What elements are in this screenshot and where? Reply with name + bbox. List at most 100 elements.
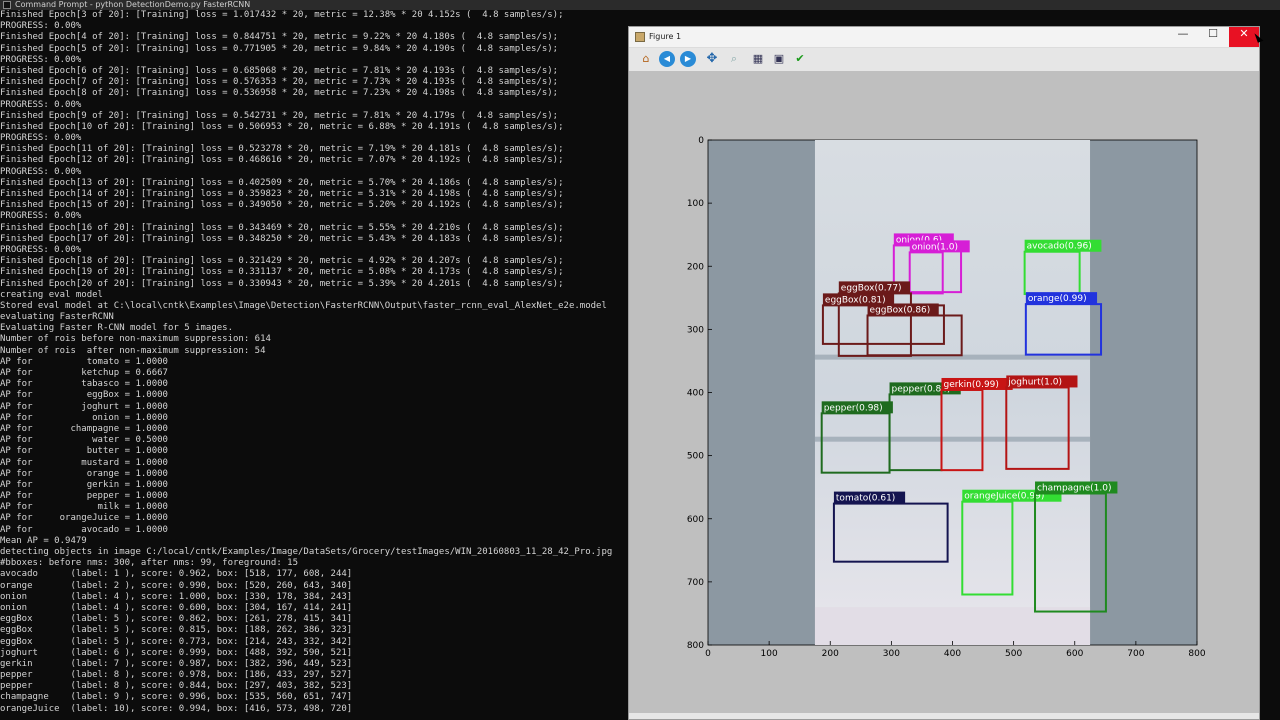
image-floor xyxy=(814,607,1091,645)
terminal-line: Finished Epoch[5 of 20]: [Training] loss… xyxy=(0,43,559,54)
terminal-line: AP for avocado = 1.0000 xyxy=(0,524,168,535)
y-tick-label: 600 xyxy=(687,515,704,525)
edit-icon[interactable]: ✔ xyxy=(792,51,808,67)
terminal-line: orangeJuice (label: 10), score: 0.994, b… xyxy=(0,703,353,714)
terminal-line: Finished Epoch[19 of 20]: [Training] los… xyxy=(0,267,564,278)
detection-label: orangeJuice(0.99) xyxy=(964,492,1044,502)
terminal-line: pepper (label: 8 ), score: 0.844, box: [… xyxy=(0,681,353,692)
terminal-line: onion (label: 4 ), score: 0.600, box: [3… xyxy=(0,602,353,613)
terminal-line: eggBox (label: 5 ), score: 0.862, box: [… xyxy=(0,614,353,625)
terminal-line: Finished Epoch[6 of 20]: [Training] loss… xyxy=(0,65,559,76)
terminal-line: AP for pepper = 1.0000 xyxy=(0,491,168,502)
terminal-line: Number of rois before non-maximum suppre… xyxy=(0,334,271,345)
plot-svg: 0 100 200 300 400 500 600 700 800010020030040050… xyxy=(687,136,1206,659)
plot-canvas[interactable]: 0 100 200 300 400 500 600 700 800 0 100 200 300 400 50… xyxy=(629,71,1259,713)
terminal-line: avocado (label: 1 ), score: 0.962, box: … xyxy=(0,569,353,580)
terminal-line: Finished Epoch[10 of 20]: [Training] los… xyxy=(0,121,564,132)
terminal-line: AP for orangeJuice = 1.0000 xyxy=(0,513,168,524)
terminal-line: AP for onion = 1.0000 xyxy=(0,412,168,423)
back-icon[interactable]: ◀ xyxy=(659,51,675,67)
terminal-line: PROGRESS: 0.00% xyxy=(0,133,82,144)
minimize-button[interactable]: — xyxy=(1168,27,1198,47)
x-tick-label: 700 xyxy=(1127,649,1144,659)
home-icon[interactable]: ⌂ xyxy=(638,51,654,67)
terminal-line: champagne (label: 9 ), score: 0.996, box… xyxy=(0,692,353,703)
shelf xyxy=(814,436,1091,442)
terminal-line: evaluating FasterRCNN xyxy=(0,312,114,323)
x-tick-label: 100 xyxy=(761,649,778,659)
detection-label: gerkin(0.99) xyxy=(943,380,998,390)
forward-icon[interactable]: ▶ xyxy=(680,51,696,67)
cmd-titlebar[interactable]: Command Prompt - python DetectionDemo.py… xyxy=(0,0,1280,10)
figure-title: Figure 1 xyxy=(649,32,682,41)
terminal-line: PROGRESS: 0.00% xyxy=(0,54,82,65)
terminal-line: onion (label: 4 ), score: 1.000, box: [3… xyxy=(0,591,353,602)
terminal-line: eggBox (label: 5 ), score: 0.815, box: [… xyxy=(0,625,353,636)
y-tick-label: 200 xyxy=(687,262,704,272)
cmd-window-title: Command Prompt - python DetectionDemo.py… xyxy=(15,0,251,9)
terminal-line: Number of rois after non-maximum suppres… xyxy=(0,345,266,356)
terminal-line: AP for milk = 1.0000 xyxy=(0,502,168,513)
terminal-line: #bboxes: before nms: 300, after nms: 99,… xyxy=(0,558,299,569)
maximize-button[interactable]: ☐ xyxy=(1198,27,1228,47)
x-tick-label: 600 xyxy=(1066,649,1083,659)
terminal-line: PROGRESS: 0.00% xyxy=(0,244,82,255)
figure-titlebar[interactable]: Figure 1 — ☐ ✕ xyxy=(629,27,1259,48)
terminal-line: AP for orange = 1.0000 xyxy=(0,468,168,479)
terminal-line: pepper (label: 8 ), score: 0.978, box: [… xyxy=(0,670,353,681)
terminal-line: Finished Epoch[9 of 20]: [Training] loss… xyxy=(0,110,559,121)
terminal-line: Finished Epoch[14 of 20]: [Training] los… xyxy=(0,189,564,199)
save-icon[interactable]: ▣ xyxy=(771,51,787,67)
terminal-line: detecting objects in image C:/local/cntk… xyxy=(0,547,613,557)
terminal-line: gerkin (label: 7 ), score: 0.987, box: [… xyxy=(0,658,353,669)
cmd-icon xyxy=(3,1,11,9)
terminal-line: AP for eggBox = 1.0000 xyxy=(0,390,168,401)
terminal-line: AP for butter = 1.0000 xyxy=(0,446,168,457)
terminal-output[interactable]: Finished Epoch[3 of 20]: [Training] loss… xyxy=(0,10,628,720)
figure-toolbar: ⌂ ◀ ▶ ✥ ⌕ ▦ ▣ ✔ xyxy=(629,47,1259,71)
detection-label: pepper(0.98) xyxy=(824,403,883,413)
matplotlib-icon xyxy=(635,32,645,42)
terminal-line: AP for joghurt = 1.0000 xyxy=(0,401,168,412)
terminal-line: creating eval model xyxy=(0,289,103,300)
subplots-icon[interactable]: ▦ xyxy=(750,51,766,67)
terminal-line: AP for ketchup = 0.6667 xyxy=(0,368,168,378)
detection-label: avocado(0.96) xyxy=(1027,242,1092,252)
terminal-line: AP for champagne = 1.0000 xyxy=(0,423,168,434)
close-button[interactable]: ✕ xyxy=(1229,27,1259,47)
figure-window: Figure 1 — ☐ ✕ ⌂ ◀ ▶ ✥ ⌕ ▦ ▣ ✔ 0 100 200 30… xyxy=(628,26,1260,720)
terminal-line: Finished Epoch[4 of 20]: [Training] loss… xyxy=(0,32,559,43)
terminal-line: joghurt (label: 6 ), score: 0.999, box: … xyxy=(0,647,353,658)
x-tick-label: 200 xyxy=(822,649,839,659)
y-tick-label: 300 xyxy=(687,325,704,335)
terminal-line: eggBox (label: 5 ), score: 0.773, box: [… xyxy=(0,636,353,647)
terminal-line: AP for tabasco = 1.0000 xyxy=(0,379,168,390)
y-tick-label: 800 xyxy=(687,641,704,651)
terminal-line: Finished Epoch[11 of 20]: [Training] los… xyxy=(0,144,564,155)
detection-label: eggBox(0.86) xyxy=(870,305,931,315)
terminal-line: Finished Epoch[15 of 20]: [Training] los… xyxy=(0,200,564,211)
terminal-line: PROGRESS: 0.00% xyxy=(0,21,82,32)
terminal-line: Stored eval model at C:\local\cntk\Examp… xyxy=(0,300,607,311)
terminal-line: PROGRESS: 0.00% xyxy=(0,166,82,177)
terminal-line: Finished Epoch[13 of 20]: [Training] los… xyxy=(0,177,564,188)
terminal-line: Evaluating Faster R-CNN model for 5 imag… xyxy=(0,323,233,334)
y-tick-label: 100 xyxy=(687,199,704,209)
x-tick-label: 500 xyxy=(1005,649,1022,659)
x-tick-label: 300 xyxy=(883,649,900,659)
terminal-line: Finished Epoch[12 of 20]: [Training] los… xyxy=(0,155,564,166)
detection-label: joghurt(1.0) xyxy=(1007,377,1062,387)
detection-label: eggBox(0.77) xyxy=(841,283,902,293)
terminal-line: Finished Epoch[3 of 20]: [Training] loss… xyxy=(0,10,564,20)
status-bar xyxy=(629,713,1259,719)
terminal-line: Finished Epoch[17 of 20]: [Training] los… xyxy=(0,233,564,244)
x-tick-label: 800 xyxy=(1188,649,1205,659)
terminal-line: AP for gerkin = 1.0000 xyxy=(0,479,168,490)
zoom-icon[interactable]: ⌕ xyxy=(726,51,742,67)
detection-label: tomato(0.61) xyxy=(836,494,895,504)
y-tick-label: 700 xyxy=(687,578,704,588)
terminal-line: Finished Epoch[8 of 20]: [Training] loss… xyxy=(0,88,559,99)
x-tick-label: 400 xyxy=(944,649,961,659)
pan-icon[interactable]: ✥ xyxy=(704,51,720,67)
terminal-line: Finished Epoch[18 of 20]: [Training] los… xyxy=(0,256,564,267)
